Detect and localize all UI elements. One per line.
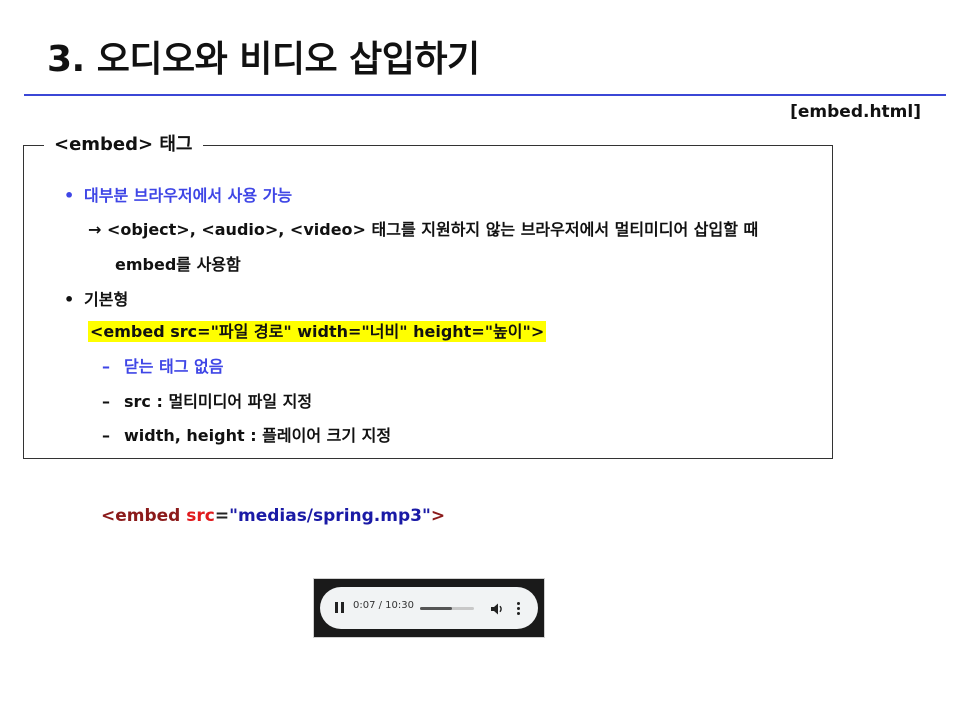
dash-symbol: – bbox=[102, 426, 110, 445]
sub-item-src: – src : 멀티미디어 파일 지정 bbox=[102, 388, 312, 412]
progress-fill bbox=[420, 607, 453, 610]
more-options-icon[interactable] bbox=[516, 601, 520, 615]
sub-item-no-closing-tag: – 닫는 태그 없음 bbox=[102, 353, 223, 377]
slide-title: 3. 오디오와 비디오 삽입하기 bbox=[47, 39, 480, 80]
title-underline bbox=[24, 94, 946, 96]
bullet-item-browser-support: • 대부분 브라우저에서 사용 가능 bbox=[64, 182, 292, 206]
sub-item-text: width, height : 플레이어 크기 지정 bbox=[124, 426, 392, 445]
sub-item-text: src : 멀티미디어 파일 지정 bbox=[124, 392, 313, 411]
sub-item-text: 닫는 태그 없음 bbox=[124, 357, 224, 376]
box-title: <embed> 태그 bbox=[44, 130, 203, 156]
dash-symbol: – bbox=[102, 357, 110, 376]
bullet-symbol: • bbox=[64, 186, 75, 205]
code-equals: = bbox=[214, 506, 230, 526]
arrow-note-line2: embed를 사용함 bbox=[115, 255, 241, 274]
code-attribute: src bbox=[186, 506, 215, 526]
syntax-line: <embed src="파일 경로" width="너비" height="높이… bbox=[88, 318, 547, 342]
volume-icon[interactable] bbox=[490, 601, 504, 615]
syntax-highlight: <embed src="파일 경로" width="너비" height="높이… bbox=[88, 321, 547, 342]
code-tag-open: <embed bbox=[101, 506, 187, 526]
pause-icon[interactable] bbox=[335, 602, 344, 613]
bullet-text: 대부분 브라우저에서 사용 가능 bbox=[84, 186, 293, 205]
sub-item-width-height: – width, height : 플레이어 크기 지정 bbox=[102, 422, 391, 446]
bullet-text: 기본형 bbox=[84, 290, 129, 309]
code-example: <embed src="medias/spring.mp3"> bbox=[101, 506, 445, 526]
bullet-symbol: • bbox=[64, 290, 75, 309]
dash-symbol: – bbox=[102, 392, 110, 411]
audio-player: 0:07 / 10:30 bbox=[320, 587, 538, 629]
code-value: "medias/spring.mp3" bbox=[229, 506, 431, 526]
bullet-item-basic-form: • 기본형 bbox=[64, 286, 128, 310]
time-display: 0:07 / 10:30 bbox=[353, 600, 415, 611]
file-label: [embed.html] bbox=[790, 102, 921, 122]
audio-player-frame: 0:07 / 10:30 bbox=[313, 578, 545, 638]
arrow-note-line1: → <object>, <audio>, <video> 태그를 지원하지 않는… bbox=[88, 220, 759, 239]
code-tag-close: > bbox=[430, 506, 446, 526]
progress-slider[interactable] bbox=[420, 607, 474, 610]
